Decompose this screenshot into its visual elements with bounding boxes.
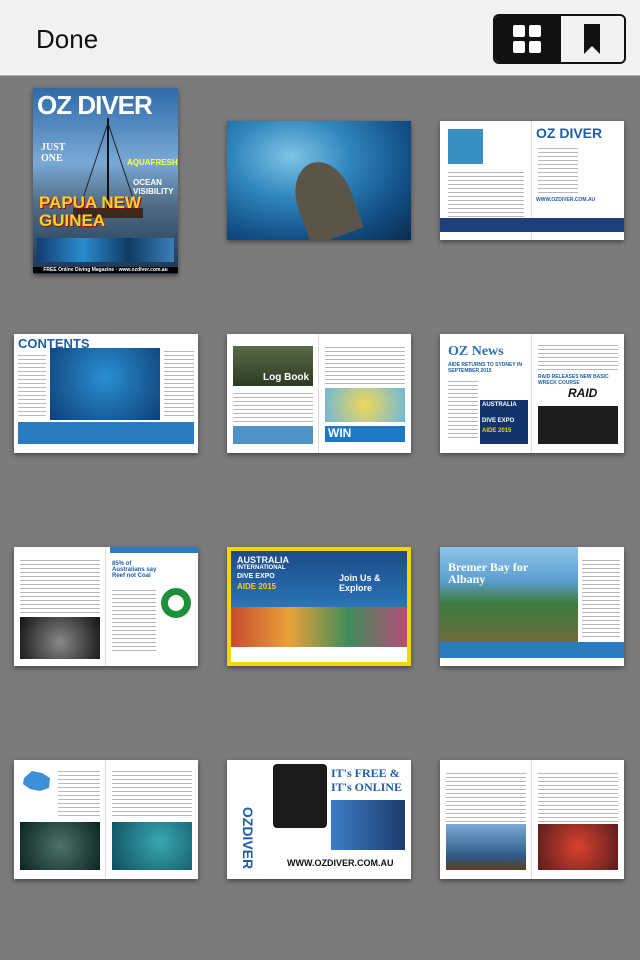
expo-line-1: AUSTRALIA [237,555,289,565]
bremer-bay-heading: Bremer Bay for Albany [448,560,528,586]
cover-photo-strip [37,238,174,262]
top-toolbar: Done [0,0,640,76]
expo-ad-line-4: AIDE 2015 [482,428,512,434]
raid-logo: RAID [568,386,598,400]
grid-icon [512,25,541,53]
cover-side-text-2: AQUAFRESH [127,158,178,167]
grid-view-button[interactable] [495,16,559,62]
page-thumbnail-cover[interactable]: OZ DIVER JUST ONE AQUAFRESH OCEAN VISIBI… [33,88,178,274]
website-url: WWW.OZDIVER.COM.AU [536,197,596,203]
expo-cta: Join Us & Explore [339,573,381,593]
page-thumbnail-4[interactable]: CONTENTS [14,334,198,453]
page-thumbnail-3[interactable]: OZ DIVER WWW.OZDIVER.COM.AU [440,121,624,240]
cover-side-text-1: JUST ONE [41,142,66,164]
tablet-image [273,764,327,828]
news-subhead-1: AIDE RETURNS TO SYDNEY IN SEPTEMBER 2015 [448,362,522,374]
page-thumbnail-9[interactable]: Bremer Bay for Albany [440,547,624,666]
reef-heading: 85% of Australians say Reef not Coal [112,561,157,579]
bookmarks-view-button[interactable] [558,16,624,62]
page-thumbnail-6[interactable]: OZ News AIDE RETURNS TO SYDNEY IN SEPTEM… [440,334,624,453]
coral-reef-image [231,607,407,647]
expo-line-3: DIVE EXPO [237,573,275,580]
page-thumbnail-8-selected[interactable]: AUSTRALIA INTERNATIONAL DIVE EXPO AIDE 2… [227,547,411,666]
page-thumbnail-10[interactable] [14,760,198,879]
cover-masthead: OZ DIVER [37,90,153,120]
page-thumbnail-7[interactable]: 85% of Australians say Reef not Coal [14,547,198,666]
expo-ad-line-1: AUSTRALIA [482,402,517,408]
logbook-caption: Log Book [263,372,310,383]
page-thumbnail-2[interactable] [227,121,411,240]
recycle-logo-icon [161,588,191,618]
free-headline-2: IT's ONLINE [331,780,403,794]
website-url-2: WWW.OZDIVER.COM.AU [287,858,394,868]
free-headline-1: IT's FREE & [331,766,400,780]
view-mode-segmented-control [493,14,626,64]
australia-map-icon [23,771,50,791]
page-thumbnail-grid: OZ DIVER JUST ONE AQUAFRESH OCEAN VISIBI… [0,76,640,960]
page-thumbnail-12[interactable] [440,760,624,879]
done-button[interactable]: Done [36,24,98,55]
expo-ad-line-3: DIVE EXPO [482,418,515,424]
wreck-photo-shape [285,153,364,240]
news-subhead-2: RAID RELEASES NEW BASIC WRECK COURSE [538,374,609,386]
side-brand: OZDIVER [240,806,257,870]
expo-line-4: AIDE 2015 [237,582,277,591]
page-thumbnail-5[interactable]: Log Book WIN [227,334,411,453]
masthead-small: OZ DIVER [536,125,603,141]
bookmark-icon [584,24,601,54]
oz-news-heading: OZ News [448,344,504,359]
cover-headline: PAPUA NEW GUINEA [39,193,141,230]
expo-line-2: INTERNATIONAL [237,565,286,571]
cover-footer: FREE Online Diving Magazine · www.ozdive… [33,267,178,273]
win-banner: WIN [325,426,405,442]
page-thumbnail-11[interactable]: IT's FREE & IT's ONLINE OZDIVER WWW.OZDI… [227,760,411,879]
